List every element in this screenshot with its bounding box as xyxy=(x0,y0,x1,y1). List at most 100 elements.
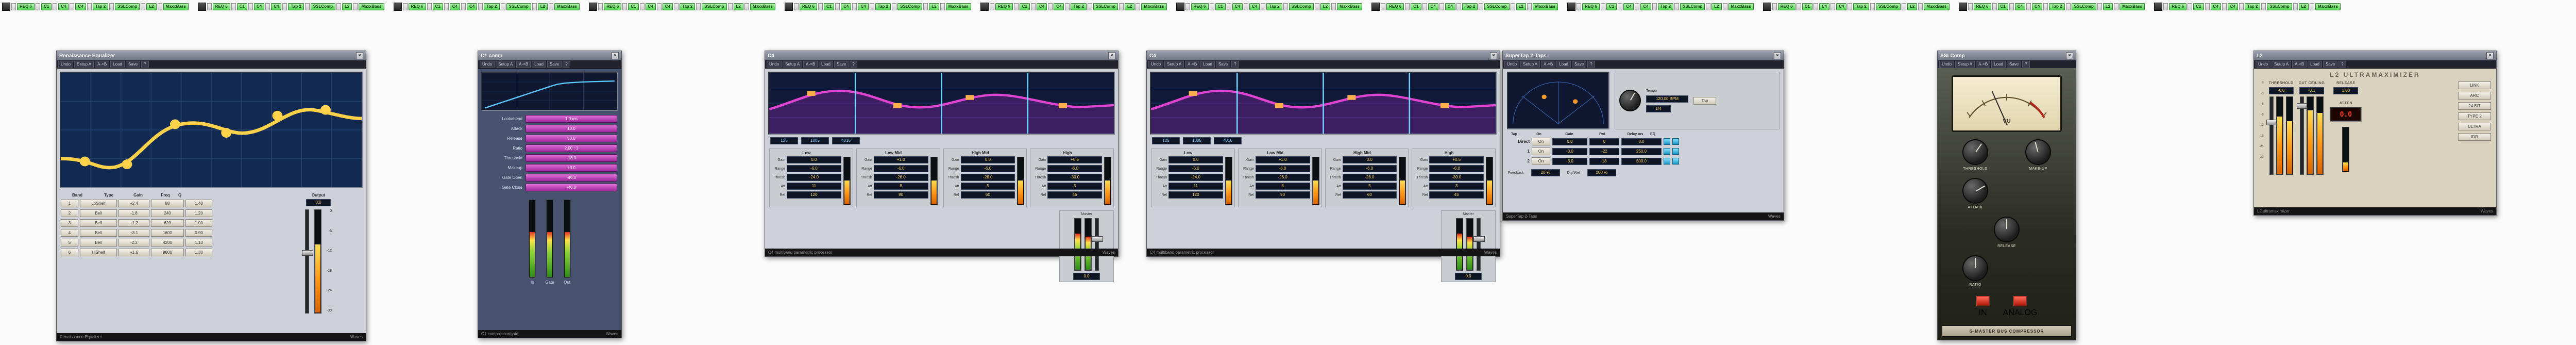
insert-plugin-button[interactable]: L2 xyxy=(1907,3,1918,10)
tap-delay-value[interactable]: 0.0 xyxy=(1621,138,1662,145)
rotary-knob[interactable] xyxy=(1962,178,1988,204)
insert-bypass-button[interactable] xyxy=(923,3,928,10)
insert-plugin-button[interactable]: L2 xyxy=(929,3,939,10)
toolbar-button[interactable]: Save xyxy=(834,61,849,68)
tap-rotate-value[interactable]: -22 xyxy=(1589,147,1619,155)
insert-plugin-button[interactable]: Tap 2 xyxy=(679,3,696,10)
insert-plugin-button[interactable]: Tap 2 xyxy=(2244,3,2261,10)
insert-bypass-button[interactable] xyxy=(2293,3,2298,10)
toolbar-button[interactable]: Save xyxy=(1215,61,1231,68)
band-freq-value[interactable]: 4200 xyxy=(151,239,184,247)
insert-bypass-button[interactable] xyxy=(1087,3,1092,10)
grid-value[interactable]: 1/4 xyxy=(1646,105,1671,112)
idr-option-button[interactable]: IDR xyxy=(2458,133,2491,141)
insert-plugin-button[interactable]: L2 xyxy=(2103,3,2113,10)
channel-icon[interactable] xyxy=(589,2,598,11)
insert-bypass-button[interactable] xyxy=(2188,3,2193,10)
tap-on-button[interactable]: On xyxy=(1532,138,1550,145)
insert-plugin-button[interactable]: REQ 6 xyxy=(2169,3,2187,10)
insert-plugin-button[interactable]: SSLComp xyxy=(2071,3,2096,10)
insert-bypass-button[interactable] xyxy=(818,3,823,10)
band-range-value[interactable]: -6.0 xyxy=(873,165,928,172)
insert-plugin-button[interactable]: REQ 6 xyxy=(800,3,818,10)
idr-option-button[interactable]: ULTRA xyxy=(2458,123,2491,130)
band-number-button[interactable]: 4 xyxy=(61,229,78,237)
insert-plugin-button[interactable]: REQ 6 xyxy=(1777,3,1795,10)
multiband-graph[interactable] xyxy=(768,72,1115,135)
insert-bypass-button[interactable] xyxy=(2097,3,2102,10)
insert-plugin-button[interactable]: SSLComp xyxy=(897,3,923,10)
toolbar-button[interactable]: Load xyxy=(1556,61,1571,68)
insert-plugin-button[interactable]: REQ 6 xyxy=(995,3,1013,10)
insert-bypass-button[interactable] xyxy=(1618,3,1623,10)
insert-bypass-button[interactable] xyxy=(1479,3,1484,10)
master-fader[interactable] xyxy=(1092,218,1103,271)
insert-plugin-button[interactable]: MaxxBass xyxy=(1728,3,1754,10)
insert-plugin-button[interactable]: MaxxBass xyxy=(359,3,384,10)
band-attack-value[interactable]: 3 xyxy=(1047,183,1102,190)
band-freq-value[interactable]: 1600 xyxy=(151,229,184,237)
insert-bypass-button[interactable] xyxy=(1772,3,1777,10)
toolbar-button[interactable]: Save xyxy=(547,61,562,68)
tap-eq-toggle[interactable] xyxy=(1664,138,1670,145)
insert-bypass-button[interactable] xyxy=(1870,3,1875,10)
insert-plugin-button[interactable]: MaxxBass xyxy=(1141,3,1167,10)
insert-bypass-button[interactable] xyxy=(2065,3,2071,10)
insert-plugin-button[interactable]: REQ 6 xyxy=(17,3,35,10)
toolbar-button[interactable]: Save xyxy=(2323,61,2338,68)
insert-bypass-button[interactable] xyxy=(1652,3,1657,10)
insert-plugin-button[interactable]: MaxxBass xyxy=(750,3,775,10)
insert-plugin-button[interactable]: SSLComp xyxy=(2267,3,2292,10)
insert-bypass-button[interactable] xyxy=(207,3,212,10)
insert-bypass-button[interactable] xyxy=(1209,3,1214,10)
tap-eq-toggle[interactable] xyxy=(1664,148,1670,155)
param-value-button[interactable]: 10.0 xyxy=(526,125,617,133)
feedback-value[interactable]: 20 % xyxy=(1531,169,1560,176)
toolbar-button[interactable]: ? xyxy=(1587,61,1595,68)
band-gain-value[interactable]: +1.0 xyxy=(1255,156,1310,163)
title-bar[interactable]: L2 × xyxy=(2254,51,2496,60)
insert-bypass-button[interactable] xyxy=(2009,3,2014,10)
insert-plugin-button[interactable]: C4 xyxy=(858,3,869,10)
insert-bypass-button[interactable] xyxy=(1601,3,1606,10)
insert-plugin-button[interactable]: C4 xyxy=(2031,3,2043,10)
tap-rotate-value[interactable]: 0 xyxy=(1589,138,1619,145)
insert-plugin-button[interactable]: L2 xyxy=(2298,3,2309,10)
toolbar-button[interactable]: Save xyxy=(125,61,141,68)
insert-bypass-button[interactable] xyxy=(109,3,114,10)
band-attack-value[interactable]: 8 xyxy=(1255,183,1310,190)
insert-bypass-button[interactable] xyxy=(1510,3,1515,10)
tap-on-button[interactable]: On xyxy=(1532,157,1550,165)
insert-bypass-button[interactable] xyxy=(1226,3,1231,10)
insert-bypass-button[interactable] xyxy=(500,3,505,10)
insert-plugin-button[interactable]: L2 xyxy=(1125,3,1135,10)
band-q-value[interactable]: 1.00 xyxy=(185,219,212,227)
insert-bypass-button[interactable] xyxy=(304,3,310,10)
insert-plugin-button[interactable]: C4 xyxy=(75,3,86,10)
master-fader[interactable] xyxy=(1473,218,1485,271)
tap-rotate-value[interactable]: 18 xyxy=(1589,157,1619,165)
insert-bypass-button[interactable] xyxy=(852,3,857,10)
band-type-button[interactable]: LoShelf xyxy=(80,200,117,207)
insert-bypass-button[interactable] xyxy=(1722,3,1727,10)
insert-plugin-button[interactable]: MaxxBass xyxy=(2315,3,2341,10)
insert-plugin-button[interactable]: C4 xyxy=(1428,3,1438,10)
insert-bypass-button[interactable] xyxy=(1185,3,1190,10)
insert-bypass-button[interactable] xyxy=(1243,3,1248,10)
band-range-value[interactable]: -6.0 xyxy=(1429,165,1484,172)
output-fader[interactable] xyxy=(301,209,313,314)
insert-plugin-button[interactable]: C4 xyxy=(1836,3,1847,10)
rotary-knob[interactable] xyxy=(1994,217,2020,242)
insert-bypass-button[interactable] xyxy=(2163,3,2168,10)
insert-bypass-button[interactable] xyxy=(70,3,75,10)
insert-bypass-button[interactable] xyxy=(892,3,897,10)
close-icon[interactable]: × xyxy=(1774,52,1781,59)
tap-eq-toggle[interactable] xyxy=(1664,158,1670,165)
insert-bypass-button[interactable] xyxy=(265,3,270,10)
insert-plugin-button[interactable]: C1 xyxy=(432,3,443,10)
insert-plugin-button[interactable]: C4 xyxy=(58,3,69,10)
insert-plugin-button[interactable]: C1 xyxy=(1997,3,2008,10)
insert-plugin-button[interactable]: Tap 2 xyxy=(92,3,109,10)
insert-plugin-button[interactable]: C1 xyxy=(628,3,639,10)
insert-bypass-button[interactable] xyxy=(673,3,679,10)
